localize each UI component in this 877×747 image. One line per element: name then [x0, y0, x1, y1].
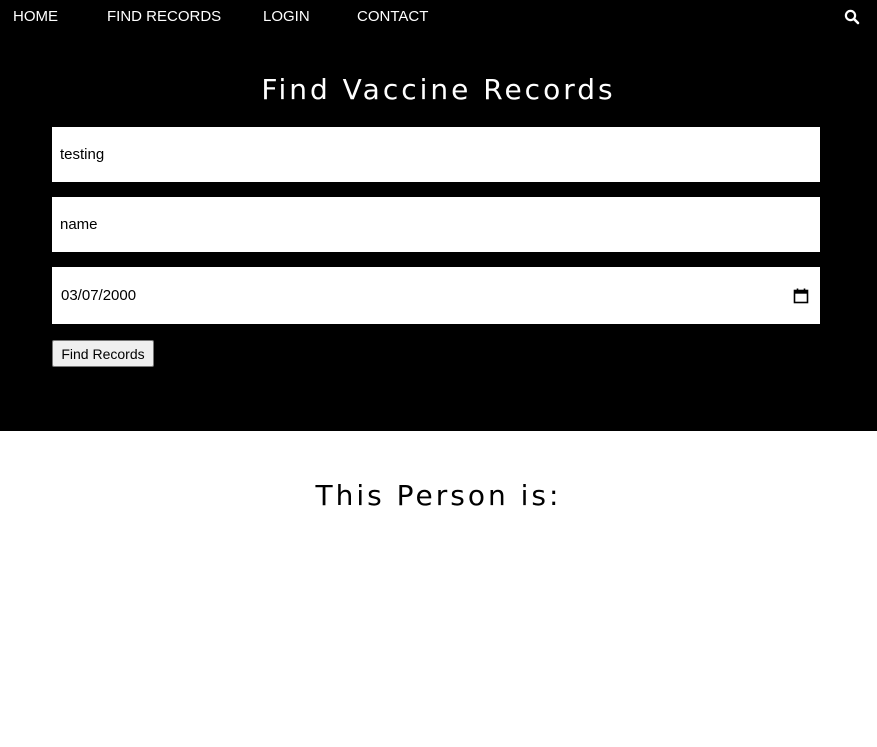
result-heading: This Person is:: [315, 479, 562, 512]
nav-find-records-link[interactable]: FIND RECORDS: [107, 8, 221, 26]
date-input-value[interactable]: 03/07/2000: [52, 287, 793, 304]
name-input[interactable]: [52, 197, 820, 252]
record-field-1[interactable]: [52, 127, 820, 182]
date-of-birth-field[interactable]: 03/07/2000: [52, 267, 820, 324]
top-nav: HOME FIND RECORDS LOGIN CONTACT: [0, 0, 877, 34]
nav-contact-link[interactable]: CONTACT: [357, 8, 428, 26]
nav-login-link[interactable]: LOGIN: [263, 8, 310, 26]
calendar-icon[interactable]: [793, 288, 809, 304]
nav-home-link[interactable]: HOME: [13, 8, 58, 26]
find-records-button[interactable]: Find Records: [52, 340, 154, 367]
header-section: HOME FIND RECORDS LOGIN CONTACT Find Vac…: [0, 0, 877, 431]
testing-input[interactable]: [52, 127, 820, 182]
page-title: Find Vaccine Records: [261, 73, 616, 106]
record-field-2[interactable]: [52, 197, 820, 252]
search-icon[interactable]: [844, 9, 860, 25]
